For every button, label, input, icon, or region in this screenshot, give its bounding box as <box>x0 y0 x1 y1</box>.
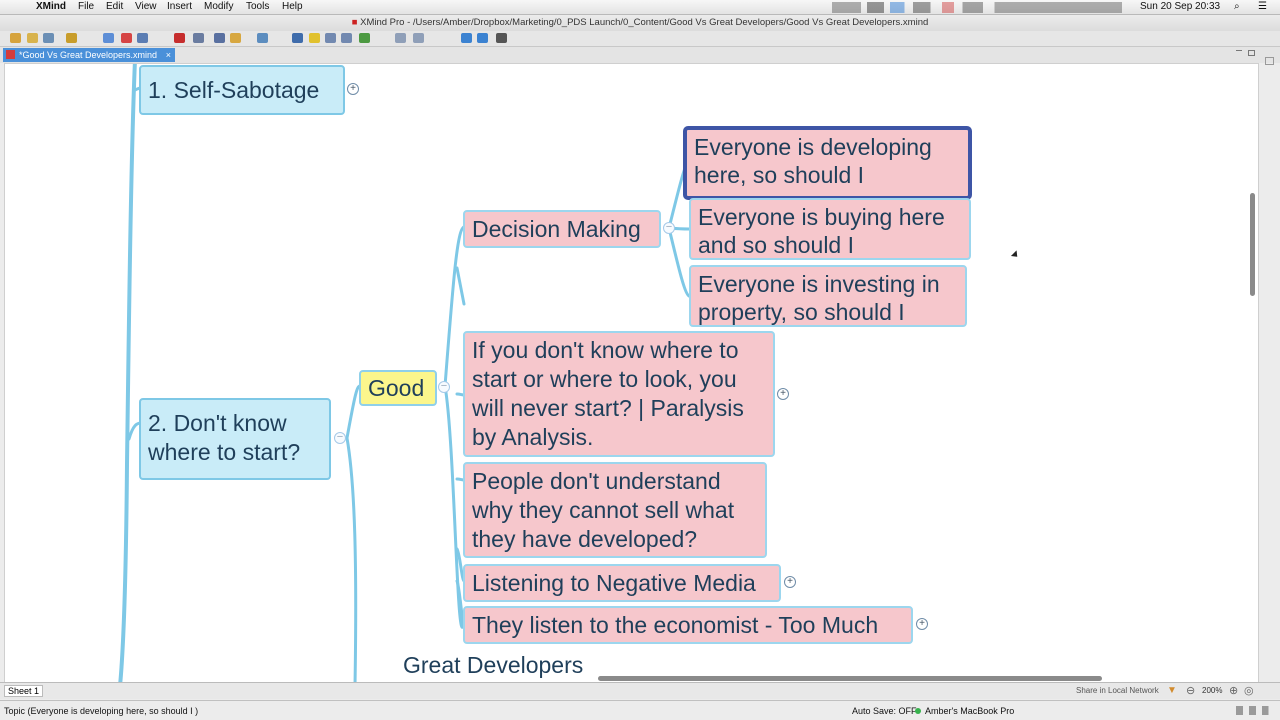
status-icon-tray <box>1236 706 1274 715</box>
zoom-level[interactable]: 200% <box>1202 686 1222 695</box>
clock[interactable]: Sun 20 Sep 20:33 <box>1140 1 1220 12</box>
expand-paralysis-icon[interactable]: + <box>777 388 789 400</box>
notes-icon[interactable] <box>230 33 241 43</box>
sync-icon[interactable] <box>477 33 488 43</box>
topic-icon[interactable] <box>103 33 114 43</box>
marker-icon[interactable] <box>257 33 268 43</box>
zoom-in-icon[interactable]: ⊕ <box>1229 684 1238 697</box>
tab-good-vs-great[interactable]: *Good Vs Great Developers.xmind × <box>3 48 175 62</box>
topic-paralysis-by-analysis[interactable]: If you don't know where to start or wher… <box>463 331 775 457</box>
save-icon[interactable] <box>43 33 54 43</box>
window-title: ■ XMind Pro - /Users/Amber/Dropbox/Marke… <box>0 15 1280 31</box>
filter-icon-bottom[interactable]: ▼ <box>1167 685 1177 696</box>
sheet-bar: Sheet 1 Share in Local Network ▼ ⊖ 200% … <box>0 682 1280 699</box>
subtopic-icon[interactable] <box>121 33 132 43</box>
fit-map-icon[interactable]: ◎ <box>1244 684 1254 697</box>
outline-icon[interactable] <box>292 33 303 43</box>
horizontal-scrollbar[interactable] <box>598 676 1102 681</box>
menu-tools[interactable]: Tools <box>246 1 269 12</box>
topic-decision-making[interactable]: Decision Making <box>463 210 661 248</box>
status-topic-text: Topic (Everyone is developing here, so s… <box>4 706 199 716</box>
minimize-pane-icon[interactable] <box>1236 50 1242 54</box>
menu-modify[interactable]: Modify <box>204 1 233 12</box>
topic-good[interactable]: Good <box>359 370 437 406</box>
maximize-pane-icon[interactable] <box>1248 50 1255 56</box>
settings-icon[interactable] <box>496 33 507 43</box>
menu-help[interactable]: Help <box>282 1 303 12</box>
app-menu[interactable]: XMind <box>36 1 66 12</box>
open-folder-icon[interactable] <box>27 33 38 43</box>
macos-menubar: XMind File Edit View Insert Modify Tools… <box>0 0 1280 15</box>
collapse-good-icon[interactable]: − <box>438 381 450 393</box>
upload-icon[interactable] <box>461 33 472 43</box>
computer-name: Amber's MacBook Pro <box>925 706 1015 716</box>
menu-edit[interactable]: Edit <box>106 1 123 12</box>
status-bar: Topic (Everyone is developing here, so s… <box>0 700 1280 720</box>
view-icon[interactable] <box>395 33 406 43</box>
presentation-icon[interactable] <box>174 33 185 43</box>
xmind-file-icon <box>6 50 15 59</box>
share-local-network[interactable]: Share in Local Network <box>1076 686 1159 695</box>
auto-save-status[interactable]: Auto Save: OFF <box>852 706 917 716</box>
zoom-out-icon[interactable]: ⊖ <box>1186 684 1195 697</box>
menu-file[interactable]: File <box>78 1 94 12</box>
close-tab-icon[interactable]: × <box>166 48 171 62</box>
topic-people-dont-understand[interactable]: People don't understand why they cannot … <box>463 462 767 558</box>
editor-tab-bar <box>0 47 1280 63</box>
expand-economist-icon[interactable]: + <box>916 618 928 630</box>
menu-insert[interactable]: Insert <box>167 1 192 12</box>
document-icon: ■ <box>351 17 361 28</box>
tab-label: *Good Vs Great Developers.xmind <box>19 50 158 60</box>
filter-icon[interactable] <box>325 33 336 43</box>
share-icon[interactable] <box>359 33 370 43</box>
topic-everyone-investing[interactable]: Everyone is investing in property, so sh… <box>689 265 967 327</box>
menu-view[interactable]: View <box>135 1 157 12</box>
relationship-icon[interactable] <box>137 33 148 43</box>
layout-icon[interactable] <box>413 33 424 43</box>
vertical-scrollbar[interactable] <box>1250 193 1255 296</box>
main-toolbar <box>0 31 1280 47</box>
expand-self-sabotage-icon[interactable]: + <box>347 83 359 95</box>
topic-dont-know-where-to-start[interactable]: 2. Don't know where to start? <box>139 398 331 480</box>
export-icon[interactable] <box>341 33 352 43</box>
new-file-icon[interactable] <box>10 33 21 43</box>
topic-self-sabotage[interactable]: 1. Self-Sabotage <box>139 65 345 115</box>
idea-icon[interactable] <box>309 33 320 43</box>
topic-everyone-buying[interactable]: Everyone is buying here and so should I <box>689 198 971 260</box>
computer-status-icon <box>915 708 921 714</box>
topic-economist[interactable]: They listen to the economist - Too Much <box>463 606 913 644</box>
attachment-icon[interactable] <box>214 33 225 43</box>
topic-negative-media[interactable]: Listening to Negative Media <box>463 564 781 602</box>
topic-great-developers[interactable]: Great Developers <box>403 652 583 679</box>
collapse-dont-know-icon[interactable]: − <box>334 432 346 444</box>
status-icons <box>832 2 1122 13</box>
collapse-decision-making-icon[interactable]: − <box>663 222 675 234</box>
window-title-text: XMind Pro - /Users/Amber/Dropbox/Marketi… <box>360 17 929 28</box>
topic-everyone-developing[interactable]: Everyone is developing here, so should I <box>683 126 972 200</box>
image-icon[interactable] <box>193 33 204 43</box>
notification-icon[interactable]: ☰ <box>1258 1 1267 12</box>
sheet-tab-sheet-1[interactable]: Sheet 1 <box>4 685 44 697</box>
side-panel-icon[interactable] <box>1265 57 1274 65</box>
expand-negative-media-icon[interactable]: + <box>784 576 796 588</box>
mind-map-canvas[interactable]: 1. Self-Sabotage + 2. Don't know where t… <box>4 63 1259 685</box>
spotlight-icon[interactable]: ⌕ <box>1234 1 1240 12</box>
undo-icon[interactable] <box>66 33 77 43</box>
